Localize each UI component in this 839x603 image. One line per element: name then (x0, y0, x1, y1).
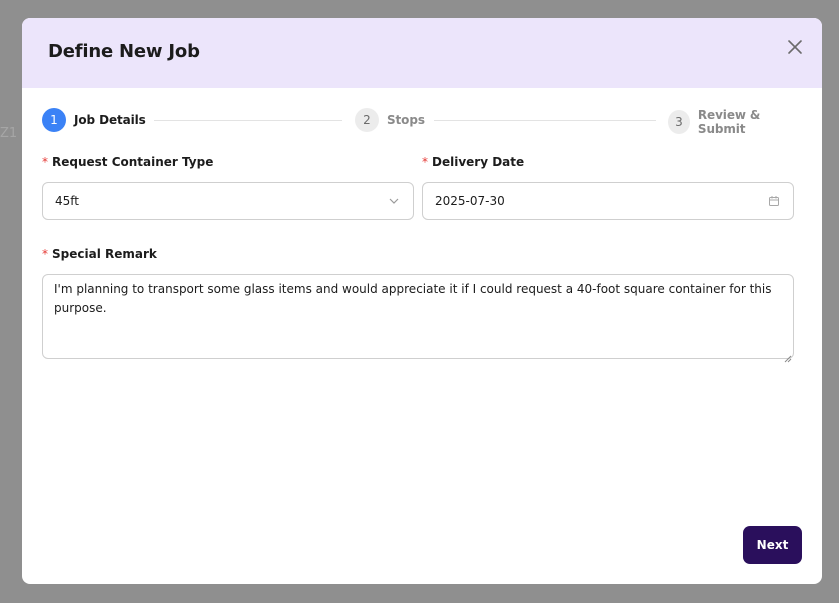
stepper: 1 Job Details 2 Stops 3 Review & Submit (42, 108, 802, 136)
step-label-stops: Stops (387, 113, 425, 127)
container-type-select[interactable]: 45ft (42, 182, 414, 220)
background-partial-text: Z1 (0, 126, 18, 141)
container-type-label: * Request Container Type (42, 155, 213, 169)
container-type-label-text: Request Container Type (52, 155, 214, 169)
step-connector-2 (434, 120, 656, 121)
special-remark-label-text: Special Remark (52, 247, 157, 261)
resize-handle-icon[interactable] (784, 348, 792, 363)
step-number-3: 3 (668, 110, 690, 134)
required-mark: * (42, 247, 48, 261)
step-connector-1 (154, 120, 342, 121)
delivery-date-label: * Delivery Date (422, 155, 524, 169)
special-remark-textarea[interactable]: I'm planning to transport some glass ite… (42, 274, 794, 359)
next-button[interactable]: Next (743, 526, 802, 564)
step-number-1: 1 (42, 108, 66, 132)
step-review-submit[interactable]: 3 Review & Submit (668, 108, 802, 136)
container-type-value: 45ft (55, 194, 79, 208)
calendar-icon[interactable] (767, 194, 781, 208)
step-number-2: 2 (355, 108, 379, 132)
close-icon[interactable] (784, 36, 806, 58)
step-job-details[interactable]: 1 Job Details (42, 108, 146, 132)
special-remark-label: * Special Remark (42, 247, 157, 261)
required-mark: * (42, 155, 48, 169)
delivery-date-label-text: Delivery Date (432, 155, 525, 169)
step-stops[interactable]: 2 Stops (355, 108, 425, 132)
required-mark: * (422, 155, 428, 169)
delivery-date-input[interactable]: 2025-07-30 (422, 182, 794, 220)
delivery-date-value: 2025-07-30 (435, 194, 505, 208)
step-label-job-details: Job Details (74, 113, 146, 127)
modal-header: Define New Job (22, 18, 822, 88)
define-job-modal: Define New Job 1 Job Details 2 Stops 3 R… (22, 18, 822, 584)
step-label-review-submit: Review & Submit (697, 108, 761, 136)
chevron-down-icon (387, 194, 401, 208)
modal-title: Define New Job (48, 41, 200, 62)
